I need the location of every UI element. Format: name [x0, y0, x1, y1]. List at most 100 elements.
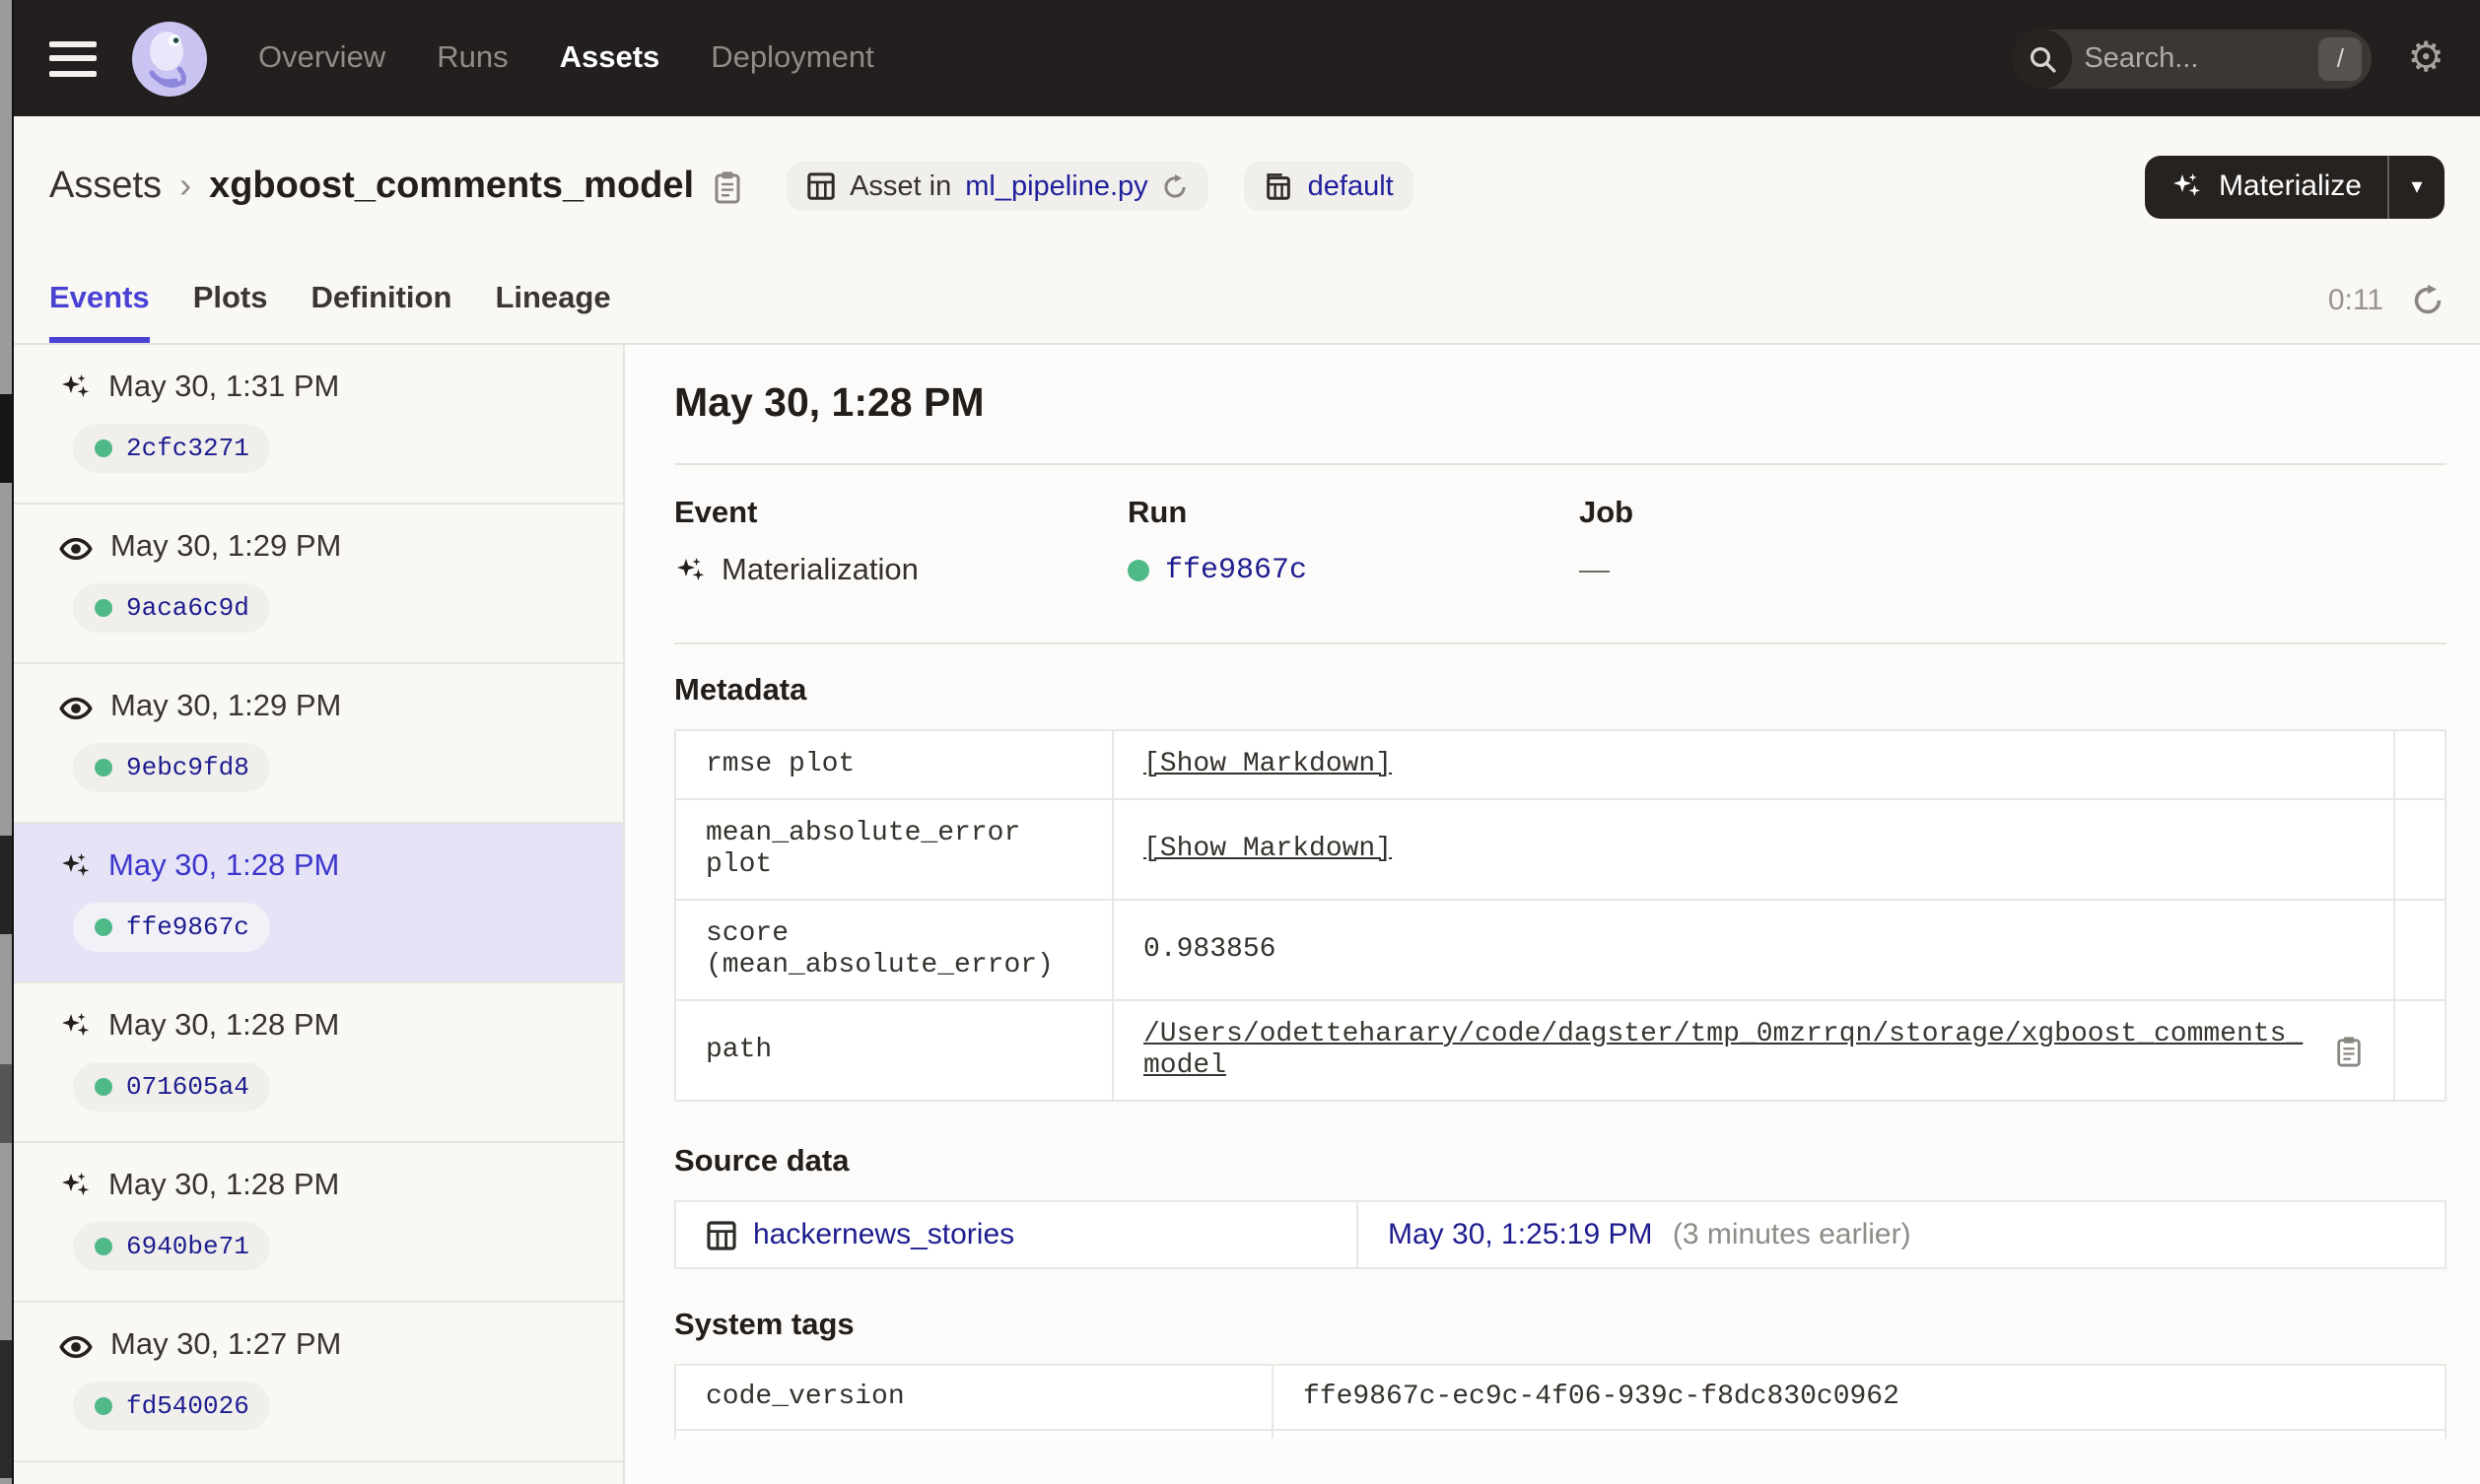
- event-list-item[interactable]: May 30, 1:29 PM 9ebc9fd8: [14, 664, 623, 824]
- table-row: score (mean_absolute_error) 0.983856: [674, 899, 2446, 1001]
- run-pill: 9ebc9fd8: [73, 743, 271, 792]
- copy-path-icon[interactable]: [2334, 1034, 2364, 1067]
- reload-code-location-icon[interactable]: [1162, 172, 1190, 200]
- source-data-heading: Source data: [674, 1145, 850, 1179]
- run-id-link[interactable]: ffe9867c: [1165, 554, 1307, 587]
- run-pill: 6940be71: [73, 1222, 271, 1271]
- materialize-split-button: Materialize ▾: [2145, 155, 2445, 218]
- page-title: xgboost_comments_model: [209, 165, 695, 206]
- job-value: —: [1579, 554, 1610, 587]
- source-materialization-time-link[interactable]: May 30, 1:25:19 PM: [1388, 1218, 1653, 1251]
- nav-item-assets[interactable]: Assets: [560, 40, 660, 76]
- run-id-link[interactable]: 9aca6c9d: [126, 593, 249, 623]
- gear-icon[interactable]: ⚙: [2407, 37, 2445, 79]
- observation-eye-icon: [59, 1334, 93, 1358]
- run-column-label: Run: [1128, 497, 1188, 530]
- pipeline-file-link[interactable]: ml_pipeline.py: [965, 170, 1147, 202]
- copy-asset-name-icon[interactable]: [712, 169, 743, 204]
- breadcrumb-assets-link[interactable]: Assets: [49, 165, 162, 208]
- materialize-button[interactable]: Materialize: [2146, 155, 2387, 218]
- event-list-item[interactable]: May 30, 1:27 PM fd540026: [14, 1303, 623, 1462]
- event-detail-title: May 30, 1:28 PM: [674, 380, 985, 426]
- run-pill: 071605a4: [73, 1062, 271, 1112]
- system-tags-heading: System tags: [674, 1309, 855, 1342]
- run-status-dot: [95, 1238, 112, 1255]
- table-row: [674, 1429, 2446, 1439]
- materialization-sparkle-icon: [677, 558, 705, 581]
- nav-item-runs[interactable]: Runs: [437, 40, 508, 76]
- breadcrumb-chevron-icon: ›: [179, 166, 192, 205]
- refresh-icon[interactable]: [2411, 283, 2445, 316]
- nav-links: Overview Runs Assets Deployment: [258, 40, 874, 76]
- tab-plots[interactable]: Plots: [193, 256, 268, 343]
- table-row: hackernews_stories May 30, 1:25:19 PM (3…: [674, 1200, 2446, 1269]
- event-list-item[interactable]: May 30, 1:31 PM 2cfc3271: [14, 345, 623, 505]
- metadata-table: rmse plot [Show Markdown] mean_absolute_…: [674, 729, 2446, 1102]
- refresh-countdown: 0:11: [2327, 283, 2383, 316]
- source-time-note: (3 minutes earlier): [1672, 1218, 1911, 1251]
- sparkle-icon: [2173, 172, 2202, 196]
- run-pill: fd540026: [73, 1382, 271, 1431]
- hamburger-menu-icon[interactable]: [49, 40, 97, 76]
- run-id-link[interactable]: 2cfc3271: [126, 434, 249, 463]
- asset-location-badge: Asset in ml_pipeline.py: [787, 162, 1209, 211]
- repo-default-link[interactable]: default: [1308, 170, 1394, 202]
- event-list-item[interactable]: May 30, 1:28 PM 071605a4: [14, 983, 623, 1143]
- event-time: May 30, 1:29 PM: [110, 530, 342, 564]
- background-window-sliver: [0, 0, 14, 1484]
- run-id-link[interactable]: 071605a4: [126, 1072, 249, 1102]
- event-time: May 30, 1:27 PM: [110, 1328, 342, 1362]
- run-id-link[interactable]: fd540026: [126, 1391, 249, 1421]
- run-status-dot: [95, 1078, 112, 1096]
- storage-path-link[interactable]: /Users/odetteharary/code/dagster/tmp_0mz…: [1143, 1019, 2314, 1082]
- event-list-item[interactable]: May 30, 1:28 PM 6940be71: [14, 1143, 623, 1303]
- dagster-logo-icon[interactable]: [132, 21, 207, 96]
- asset-grid-icon: [807, 172, 835, 200]
- tab-events[interactable]: Events: [49, 256, 150, 343]
- top-navbar: Overview Runs Assets Deployment / ⚙: [14, 0, 2480, 116]
- run-pill: 2cfc3271: [73, 424, 271, 473]
- run-id-link[interactable]: 6940be71: [126, 1232, 249, 1261]
- tab-definition[interactable]: Definition: [311, 256, 452, 343]
- global-search[interactable]: /: [2013, 29, 2373, 88]
- event-list-item[interactable]: May 30, 1:29 PM 9aca6c9d: [14, 505, 623, 664]
- metadata-key: path: [674, 999, 1114, 1102]
- run-status-dot: [95, 599, 112, 617]
- asset-tabs: Events Plots Definition Lineage 0:11: [14, 256, 2480, 345]
- metadata-value: 0.983856: [1112, 899, 2395, 1001]
- run-id-link[interactable]: 9ebc9fd8: [126, 753, 249, 782]
- materialization-sparkle-icon: [62, 374, 90, 398]
- observation-eye-icon: [59, 696, 93, 719]
- metadata-key: rmse plot: [674, 729, 1114, 800]
- repo-badge: default: [1244, 162, 1413, 211]
- upstream-asset-link[interactable]: hackernews_stories: [753, 1218, 1014, 1251]
- run-status-dot: [95, 759, 112, 776]
- nav-item-deployment[interactable]: Deployment: [711, 40, 873, 76]
- materialize-dropdown-caret[interactable]: ▾: [2389, 155, 2445, 218]
- show-markdown-link[interactable]: [Show Markdown]: [1143, 749, 1392, 780]
- event-time: May 30, 1:29 PM: [110, 690, 342, 723]
- event-type-value: Materialization: [722, 554, 919, 587]
- event-list-item-selected[interactable]: May 30, 1:28 PM ffe9867c: [14, 824, 623, 983]
- dagster-asset-page: Overview Runs Assets Deployment / ⚙ Asse…: [0, 0, 2480, 1484]
- tag-key: code_version: [674, 1364, 1274, 1431]
- tab-lineage[interactable]: Lineage: [495, 256, 610, 343]
- nav-item-overview[interactable]: Overview: [258, 40, 385, 76]
- metadata-key: score (mean_absolute_error): [674, 899, 1114, 1001]
- run-status-dot: [95, 439, 112, 457]
- materialization-sparkle-icon: [62, 1173, 90, 1196]
- show-markdown-link[interactable]: [Show Markdown]: [1143, 834, 1392, 865]
- table-row: rmse plot [Show Markdown]: [674, 729, 2446, 800]
- system-tags-table: code_version ffe9867c-ec9c-4f06-939c-f8d…: [674, 1364, 2446, 1439]
- run-status-dot: [1128, 560, 1149, 581]
- search-input[interactable]: [2072, 42, 2319, 74]
- run-status-dot: [95, 918, 112, 936]
- observation-eye-icon: [59, 536, 93, 560]
- event-column-label: Event: [674, 497, 758, 530]
- run-pill: ffe9867c: [73, 903, 271, 952]
- asset-location-prefix: Asset in: [850, 170, 952, 202]
- run-id-link[interactable]: ffe9867c: [126, 912, 249, 942]
- run-pill: 9aca6c9d: [73, 583, 271, 633]
- event-time: May 30, 1:28 PM: [108, 849, 340, 883]
- metadata-heading: Metadata: [674, 674, 807, 708]
